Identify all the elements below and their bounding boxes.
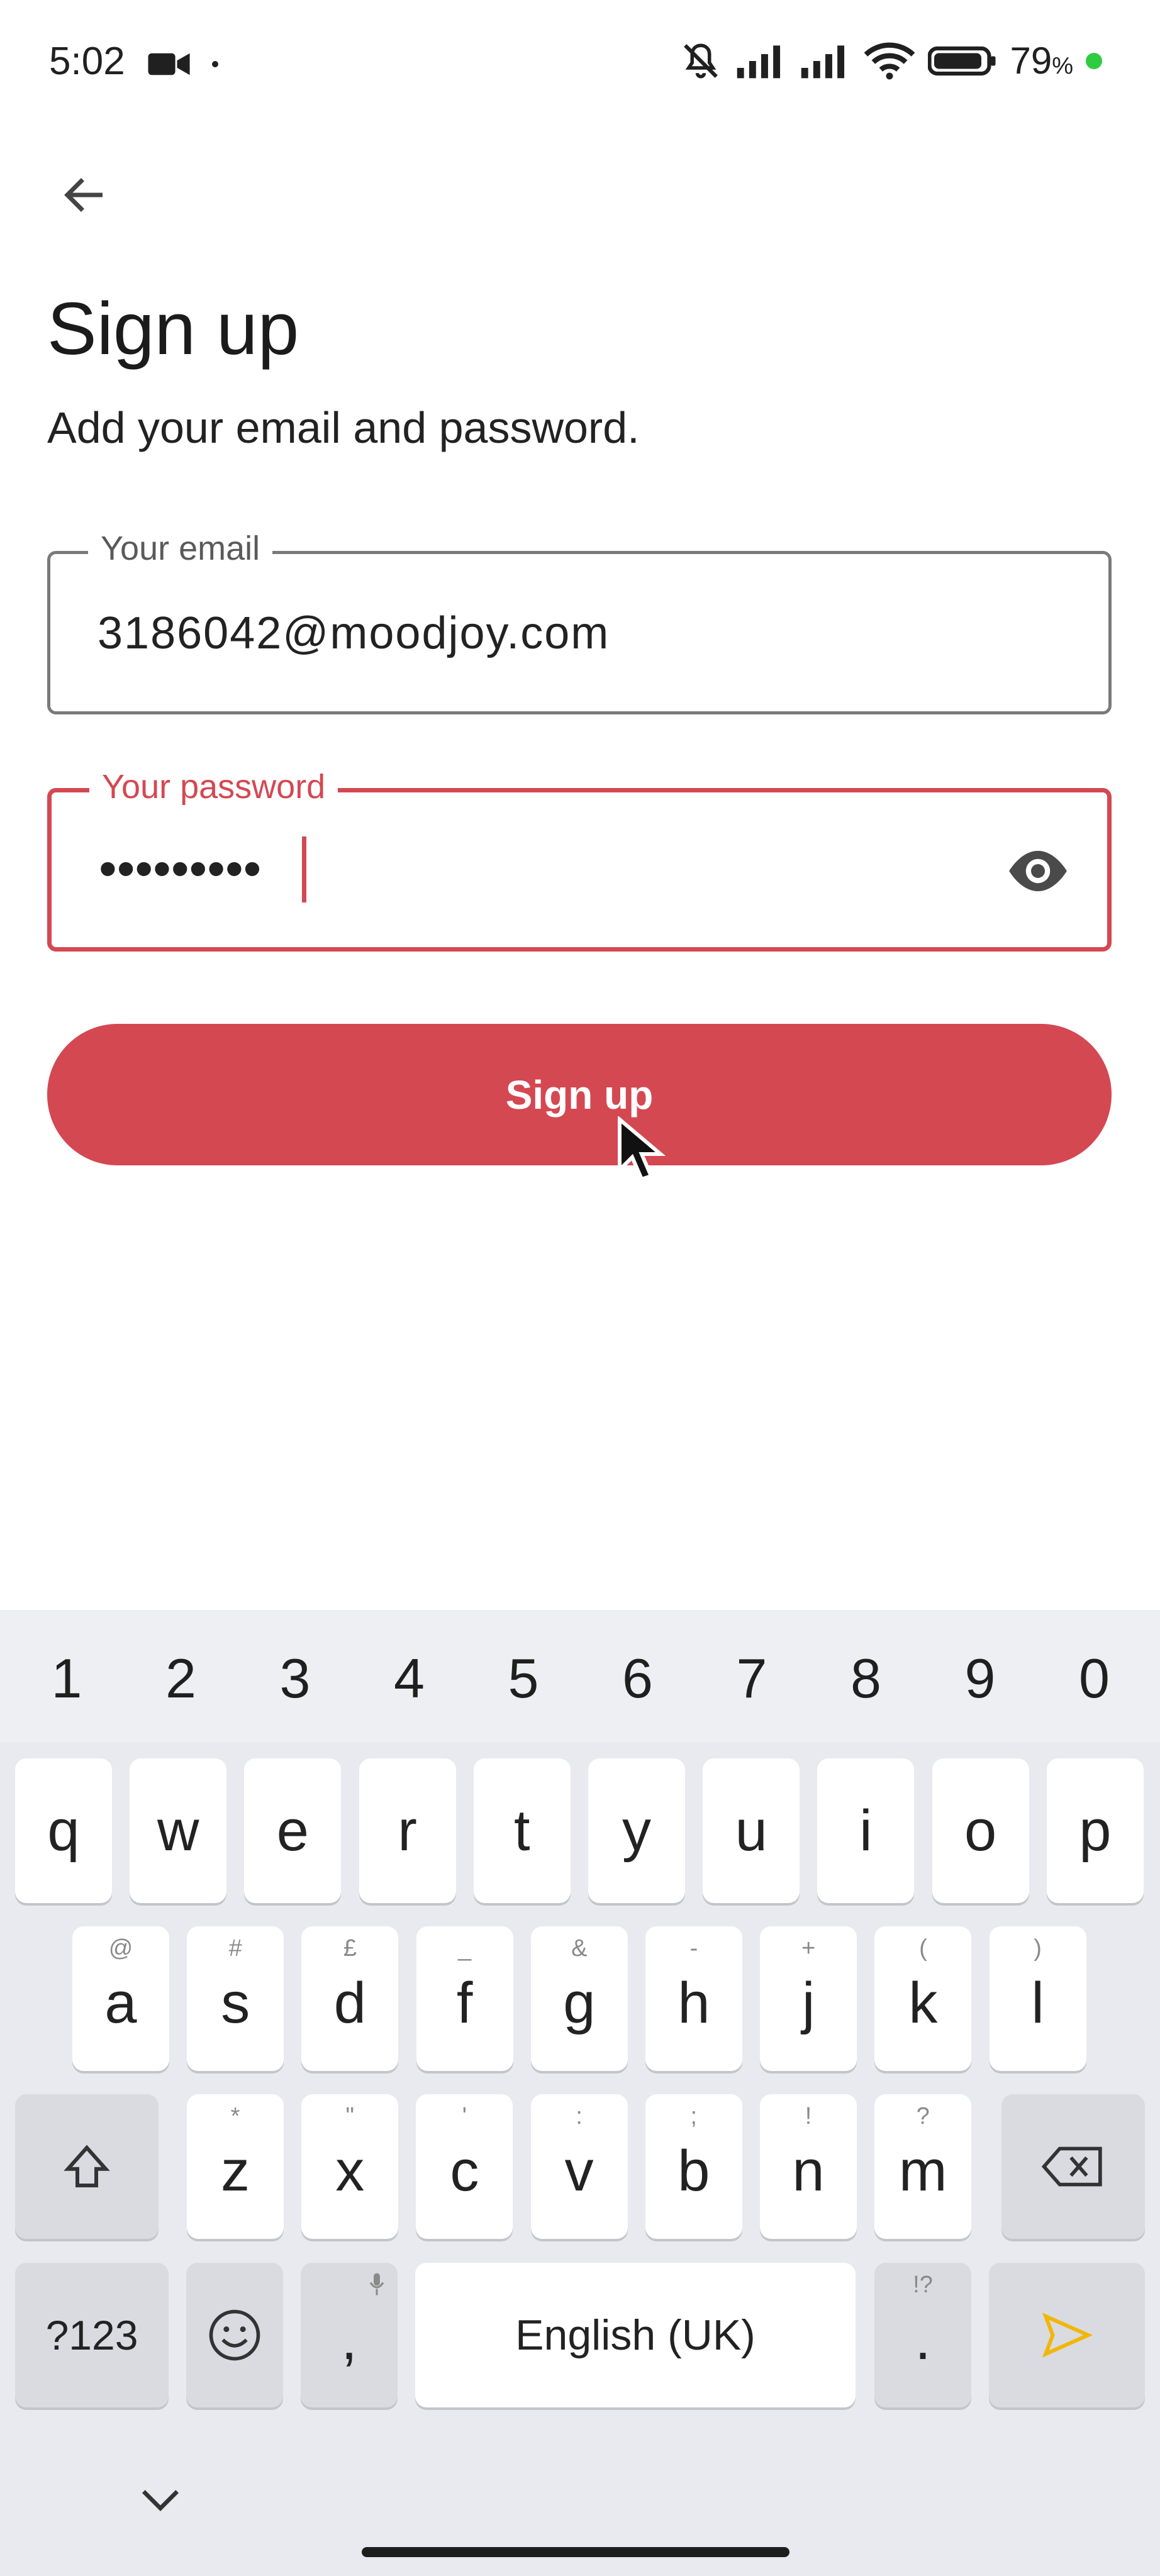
sign-up-button-label: Sign up <box>505 1072 654 1118</box>
notification-dot-icon <box>212 60 219 67</box>
send-icon <box>1042 2312 1093 2358</box>
key-d[interactable]: £ d <box>301 1926 399 2071</box>
key-w[interactable]: w <box>130 1758 227 1903</box>
shift-icon <box>64 2145 110 2187</box>
key-r[interactable]: r <box>359 1758 456 1903</box>
key-s[interactable]: # s <box>187 1926 284 2071</box>
key-o[interactable]: o <box>932 1758 1029 1903</box>
back-button[interactable] <box>50 160 120 230</box>
key-k[interactable]: (k <box>874 1926 972 2071</box>
number-row: 1234567890 <box>0 1610 1160 1742</box>
privacy-indicator-dot <box>1086 52 1102 69</box>
key-z[interactable]: * z <box>187 2094 284 2239</box>
number-key-3[interactable]: 3 <box>257 1646 333 1711</box>
battery-percent: 79% <box>1010 40 1073 82</box>
battery-icon <box>928 46 996 75</box>
send-key[interactable] <box>989 2263 1145 2407</box>
number-key-6[interactable]: 6 <box>600 1646 676 1711</box>
key-p[interactable]: p <box>1046 1758 1144 1903</box>
arrow-left-icon <box>64 178 103 212</box>
keyboard: 1234567890 qwertyuiop @ a # s £ d _ f & g - h + j(k) l… <box>0 1610 1160 2576</box>
key-v[interactable]: :v <box>530 2094 628 2239</box>
status-icons: 79% <box>679 39 1102 82</box>
wifi-icon <box>864 42 915 79</box>
key-m[interactable]: ? m <box>874 2094 972 2239</box>
backspace-key[interactable] <box>1001 2094 1145 2239</box>
space-key[interactable]: English (UK) <box>415 2263 856 2407</box>
number-key-8[interactable]: 8 <box>828 1646 904 1711</box>
signal-icon-2 <box>801 45 845 78</box>
home-indicator[interactable] <box>362 2547 789 2557</box>
number-key-0[interactable]: 0 <box>1057 1646 1132 1711</box>
status-time: 5:02 <box>49 39 219 84</box>
symbols-key[interactable]: ?123 <box>15 2263 169 2407</box>
key-a[interactable]: @ a <box>72 1926 169 2071</box>
microphone-icon <box>369 2273 384 2296</box>
number-key-5[interactable]: 5 <box>486 1646 561 1711</box>
key-q[interactable]: q <box>15 1758 112 1903</box>
video-camera-icon <box>148 53 190 75</box>
key-u[interactable]: u <box>703 1758 800 1903</box>
shift-key[interactable] <box>15 2094 159 2239</box>
key-j[interactable]: + j <box>760 1926 857 2071</box>
page-subtitle: Add your email and password. <box>47 403 640 452</box>
password-field-label: Your password <box>89 767 338 806</box>
period-key[interactable]: !? . <box>874 2263 971 2407</box>
number-key-7[interactable]: 7 <box>714 1646 789 1711</box>
key-c[interactable]: ' c <box>416 2094 513 2239</box>
number-key-1[interactable]: 1 <box>29 1646 104 1711</box>
key-x[interactable]: " x <box>301 2094 399 2239</box>
key-f[interactable]: _ f <box>416 1926 513 2071</box>
eye-icon[interactable] <box>1000 836 1076 906</box>
backspace-icon <box>1042 2146 1102 2187</box>
key-b[interactable]: ; b <box>645 2094 742 2239</box>
key-t[interactable]: t <box>473 1758 571 1903</box>
key-h[interactable]: -h <box>645 1926 742 2071</box>
bell-muted-icon <box>684 43 718 78</box>
email-field-value: 3186042@moodjoy.com <box>98 608 610 658</box>
email-field[interactable]: Your email 3186042@moodjoy.com <box>47 529 1112 714</box>
emoji-key[interactable] <box>186 2263 283 2407</box>
number-key-2[interactable]: 2 <box>143 1646 219 1711</box>
key-l[interactable]: ) l <box>989 1926 1086 2071</box>
comma-key[interactable]: , <box>301 2263 398 2407</box>
key-g[interactable]: & g <box>530 1926 628 2071</box>
chevron-down-icon[interactable] <box>135 2475 186 2525</box>
sign-up-button[interactable]: Sign up <box>47 1024 1112 1165</box>
password-field[interactable]: Your password ••••••••• <box>47 767 1112 952</box>
number-key-4[interactable]: 4 <box>372 1646 447 1711</box>
key-e[interactable]: e <box>244 1758 342 1903</box>
mouse-pointer-icon <box>618 1116 666 1182</box>
password-field-value: ••••••••• <box>99 840 262 897</box>
key-y[interactable]: y <box>588 1758 685 1903</box>
text-caret <box>302 836 306 902</box>
email-field-label: Your email <box>88 529 273 568</box>
key-n[interactable]: ! n <box>760 2094 857 2239</box>
emoji-icon <box>209 2309 260 2361</box>
page-title: Sign up <box>47 287 299 370</box>
signal-icon <box>737 45 781 78</box>
key-i[interactable]: i <box>817 1758 915 1903</box>
number-key-9[interactable]: 9 <box>942 1646 1018 1711</box>
